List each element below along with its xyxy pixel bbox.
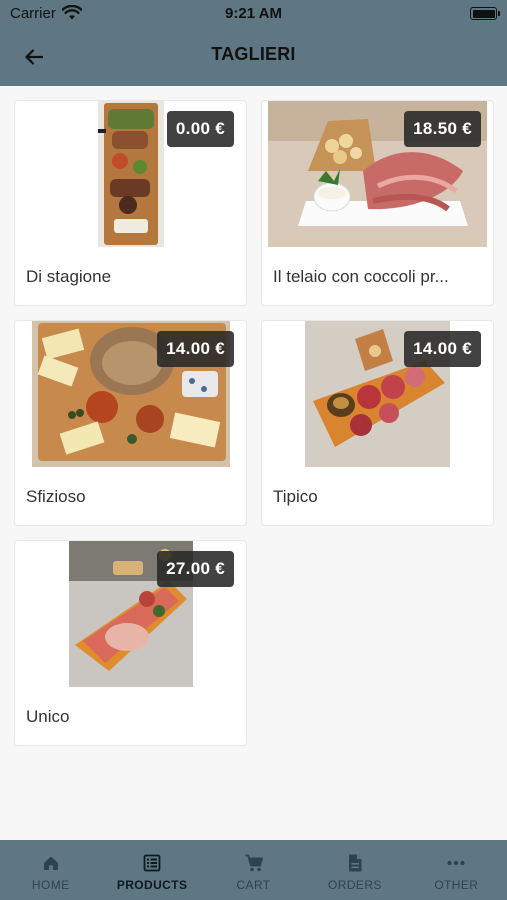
product-card[interactable]: 14.00 € Sfizioso <box>14 320 247 526</box>
product-card[interactable]: 27.00 € Unico <box>14 540 247 746</box>
tab-label: ORDERS <box>328 878 382 892</box>
price-badge: 0.00 € <box>166 111 234 147</box>
price-badge: 27.00 € <box>157 551 234 587</box>
product-name: Di stagione <box>26 267 112 286</box>
product-name: Il telaio con coccoli pr... <box>273 267 449 286</box>
more-icon <box>447 860 466 866</box>
tab-label: HOME <box>31 878 70 892</box>
price-badge: 14.00 € <box>157 331 234 367</box>
cart-icon <box>245 854 263 872</box>
tab-home[interactable]: HOME <box>0 840 101 900</box>
product-name: Unico <box>26 707 70 726</box>
price-badge: 14.00 € <box>404 331 481 367</box>
tab-label: PRODUCTS <box>116 878 188 892</box>
app-screen: Carrier 9:21 AM TAGLIERI 0.00 € Di stagi… <box>0 0 507 900</box>
product-grid: 0.00 € Di stagione 18.50 € Il telaio con… <box>0 86 507 840</box>
product-name: Tipico <box>273 487 318 506</box>
status-time: 9:21 AM <box>225 5 282 22</box>
top-bar: Carrier 9:21 AM TAGLIERI <box>0 0 507 86</box>
product-card[interactable]: 14.00 € Tipico <box>261 320 494 526</box>
home-icon <box>43 856 58 870</box>
bottom-tab-bar: HOME PRODUCTS CART ORDERS OTHER <box>0 840 507 900</box>
tab-orders[interactable]: ORDERS <box>304 840 405 900</box>
tab-label: CART <box>236 878 271 892</box>
document-icon <box>348 854 362 872</box>
product-name: Sfizioso <box>26 487 86 506</box>
tab-cart[interactable]: CART <box>203 840 304 900</box>
status-bar: Carrier 9:21 AM <box>0 0 507 28</box>
list-icon <box>143 854 161 872</box>
tab-products[interactable]: PRODUCTS <box>101 840 202 900</box>
battery-icon <box>470 7 500 20</box>
header: TAGLIERI <box>0 28 507 86</box>
tab-other[interactable]: OTHER <box>406 840 507 900</box>
product-card[interactable]: 0.00 € Di stagione <box>14 100 247 306</box>
tab-label: OTHER <box>434 878 479 892</box>
product-card[interactable]: 18.50 € Il telaio con coccoli pr... <box>261 100 494 306</box>
page-title: TAGLIERI <box>211 44 296 64</box>
price-badge: 18.50 € <box>404 111 481 147</box>
